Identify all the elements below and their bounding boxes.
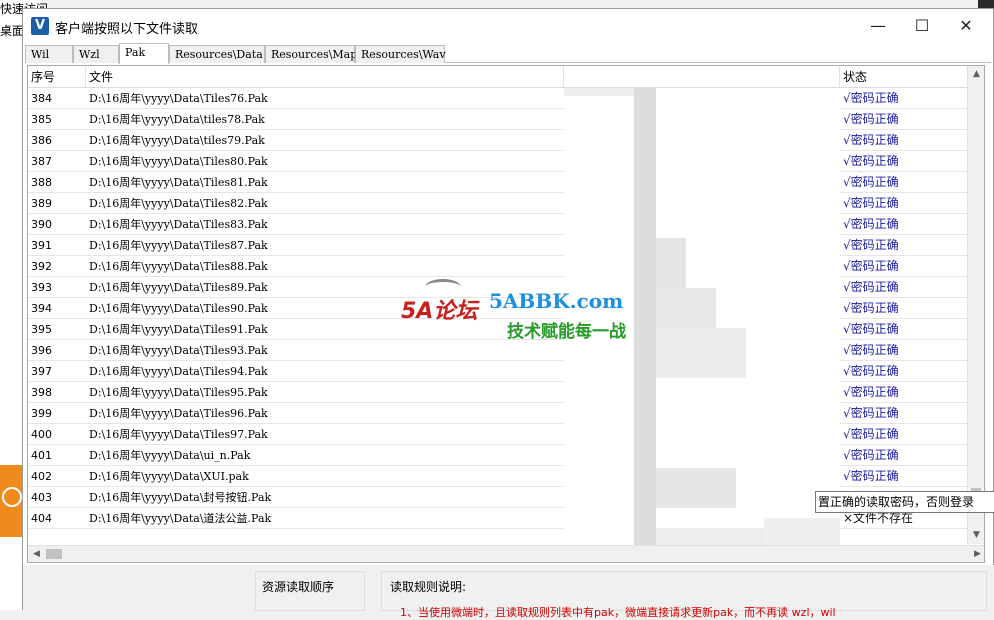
- horizontal-scrollbar[interactable]: ◀ ▶: [28, 545, 984, 562]
- rules-label: 读取规则说明:: [390, 580, 467, 594]
- row-file-path: D:\16周年\yyyy\Data\Tiles97.Pak: [89, 428, 268, 441]
- column-header-status[interactable]: 状态: [840, 66, 968, 88]
- row-status: √密码正确: [843, 259, 899, 273]
- row-status: √密码正确: [843, 91, 899, 105]
- row-file-path: D:\16周年\yyyy\Data\道法公益.Pak: [89, 512, 272, 525]
- background-orange-icon: [0, 465, 24, 537]
- row-file-path: D:\16周年\yyyy\Data\Tiles81.Pak: [89, 176, 268, 189]
- row-id: 392: [31, 260, 52, 273]
- row-id: 401: [31, 449, 52, 462]
- row-file-path: D:\16周年\yyyy\Data\ui_n.Pak: [89, 449, 251, 462]
- row-file-path: D:\16周年\yyyy\Data\Tiles76.Pak: [89, 92, 268, 105]
- tab-wil[interactable]: Wil: [25, 45, 73, 63]
- column-header-id[interactable]: 序号: [28, 66, 86, 88]
- window-title: 客户端按照以下文件读取: [55, 22, 199, 37]
- tab-resources-wav[interactable]: Resources\Wav: [355, 45, 446, 63]
- row-file-path: D:\16周年\yyyy\Data\Tiles83.Pak: [89, 218, 268, 231]
- row-file-path: D:\16周年\yyyy\Data\tiles79.Pak: [89, 134, 265, 147]
- row-status: √密码正确: [843, 217, 899, 231]
- row-file-path: D:\16周年\yyyy\Data\封号按钮.Pak: [89, 491, 272, 504]
- row-file-path: D:\16周年\yyyy\Data\Tiles87.Pak: [89, 239, 268, 252]
- row-file-path: D:\16周年\yyyy\Data\Tiles96.Pak: [89, 407, 268, 420]
- row-id: 391: [31, 239, 52, 252]
- watermark-slogan: 技术赋能每一战: [507, 322, 626, 342]
- column-header-blurred[interactable]: [564, 66, 840, 88]
- row-id: 395: [31, 323, 52, 336]
- row-id: 389: [31, 197, 52, 210]
- watermark: 5A论坛 5ABBK.com 技术赋能每一战: [401, 279, 641, 349]
- row-id: 388: [31, 176, 52, 189]
- row-file-path: D:\16周年\yyyy\Data\Tiles80.Pak: [89, 155, 268, 168]
- app-icon: V: [31, 17, 49, 35]
- row-status: √密码正确: [843, 112, 899, 126]
- row-file-path: D:\16周年\yyyy\Data\tiles78.Pak: [89, 113, 265, 126]
- row-id: 396: [31, 344, 52, 357]
- row-id: 402: [31, 470, 52, 483]
- row-id: 400: [31, 428, 52, 441]
- row-id: 404: [31, 512, 52, 525]
- row-id: 393: [31, 281, 52, 294]
- tab-resources-map[interactable]: Resources\Map: [265, 45, 357, 63]
- watermark-logo: 5A论坛: [401, 299, 478, 324]
- row-status: √密码正确: [843, 448, 899, 462]
- row-id: 390: [31, 218, 52, 231]
- rule-text-1: 1、当使用微端时，且读取规则列表中有pak，微端直接请求更新pak，而不再读 w…: [400, 606, 836, 619]
- background-text-desktop: 桌面: [0, 24, 25, 38]
- row-status: √密码正确: [843, 469, 899, 483]
- row-id: 397: [31, 365, 52, 378]
- row-id: 385: [31, 113, 52, 126]
- main-window: V 客户端按照以下文件读取 — ☐ ✕ Wil Wzl Pak Resource…: [22, 8, 994, 619]
- row-status: √密码正确: [843, 364, 899, 378]
- scroll-down-arrow-icon[interactable]: ▼: [968, 527, 984, 544]
- row-status: √密码正确: [843, 427, 899, 441]
- row-id: 394: [31, 302, 52, 315]
- scroll-right-arrow-icon[interactable]: ▶: [969, 546, 984, 562]
- row-status: √密码正确: [843, 175, 899, 189]
- row-id: 384: [31, 92, 52, 105]
- horizontal-scroll-thumb[interactable]: [46, 549, 62, 559]
- close-button[interactable]: ✕: [943, 9, 989, 43]
- list-header: 序号 文件 状态: [28, 66, 968, 88]
- scroll-left-arrow-icon[interactable]: ◀: [28, 546, 45, 562]
- watermark-site: 5ABBK.com: [489, 289, 624, 313]
- row-status: √密码正确: [843, 385, 899, 399]
- row-status: √密码正确: [843, 406, 899, 420]
- row-status: √密码正确: [843, 322, 899, 336]
- row-file-path: D:\16周年\yyyy\Data\Tiles82.Pak: [89, 197, 268, 210]
- row-id: 399: [31, 407, 52, 420]
- tab-bar: Wil Wzl Pak Resources\Data Resources\Map…: [25, 43, 991, 64]
- bottom-panel: 资源读取顺序 读取规则说明: 1、当使用微端时，且读取规则列表中有pak，微端直…: [23, 565, 994, 619]
- row-id: 386: [31, 134, 52, 147]
- column-header-file[interactable]: 文件: [86, 66, 564, 88]
- row-status: √密码正确: [843, 280, 899, 294]
- row-id: 403: [31, 491, 52, 504]
- row-file-path: D:\16周年\yyyy\Data\Tiles88.Pak: [89, 260, 268, 273]
- row-file-path: D:\16周年\yyyy\Data\Tiles95.Pak: [89, 386, 268, 399]
- scroll-up-arrow-icon[interactable]: ▲: [968, 66, 984, 83]
- minimize-button[interactable]: —: [855, 9, 901, 43]
- row-status: √密码正确: [843, 238, 899, 252]
- row-status: √密码正确: [843, 196, 899, 210]
- row-id: 387: [31, 155, 52, 168]
- tab-pak[interactable]: Pak: [119, 43, 169, 64]
- status-tooltip: 置正确的读取密码，否则登录: [815, 491, 994, 513]
- tab-resources-data[interactable]: Resources\Data: [169, 45, 265, 63]
- tab-wzl[interactable]: Wzl: [73, 45, 119, 63]
- row-status: √密码正确: [843, 343, 899, 357]
- resource-order-label: 资源读取顺序: [262, 580, 335, 594]
- row-status: √密码正确: [843, 301, 899, 315]
- rules-panel: 读取规则说明: 1、当使用微端时，且读取规则列表中有pak，微端直接请求更新pa…: [381, 571, 987, 619]
- maximize-button[interactable]: ☐: [899, 9, 945, 43]
- resource-order-panel: 资源读取顺序: [255, 571, 365, 611]
- vertical-scrollbar[interactable]: ▲ ▼: [967, 66, 984, 544]
- row-file-path: D:\16周年\yyyy\Data\XUI.pak: [89, 470, 249, 483]
- title-bar: V 客户端按照以下文件读取 — ☐ ✕: [23, 9, 993, 43]
- row-file-path: D:\16周年\yyyy\Data\Tiles94.Pak: [89, 365, 268, 378]
- row-id: 398: [31, 386, 52, 399]
- row-status: √密码正确: [843, 133, 899, 147]
- row-status: √密码正确: [843, 154, 899, 168]
